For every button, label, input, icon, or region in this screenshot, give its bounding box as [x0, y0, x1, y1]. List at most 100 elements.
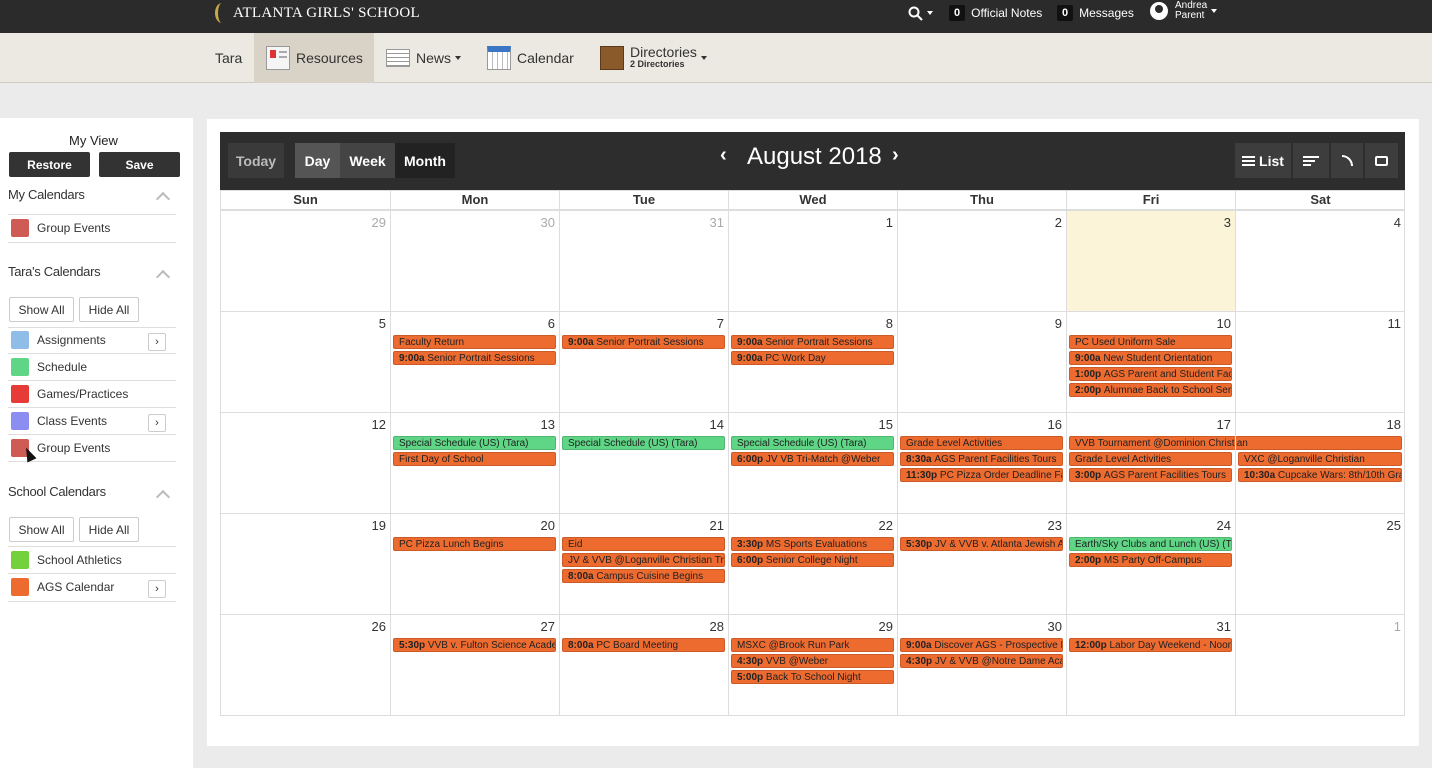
day-cell[interactable]: 31: [1066, 614, 1235, 715]
calendar-event[interactable]: Grade Level Activities: [900, 436, 1063, 450]
day-number[interactable]: 27: [541, 619, 555, 634]
day-cell[interactable]: 4: [1235, 210, 1405, 311]
day-number[interactable]: 1: [886, 215, 893, 230]
calendar-event[interactable]: VXC @Loganville Christian: [1238, 452, 1402, 466]
day-number[interactable]: 19: [372, 518, 386, 533]
nav-calendar[interactable]: Calendar: [487, 33, 574, 83]
day-number[interactable]: 29: [372, 215, 386, 230]
calendar-event[interactable]: 9:00a Senior Portrait Sessions: [731, 335, 894, 349]
calendar-event[interactable]: 8:30a AGS Parent Facilities Tours: [900, 452, 1063, 466]
calendar-event[interactable]: 2:00p Alumnae Back to School Ser: [1069, 383, 1232, 397]
filter-button[interactable]: [1293, 143, 1329, 178]
restore-button[interactable]: Restore: [9, 152, 90, 177]
chevron-right-icon[interactable]: ›: [148, 580, 166, 598]
calendar-event[interactable]: 11:30p PC Pizza Order Deadline Fal: [900, 468, 1063, 482]
day-number[interactable]: 26: [372, 619, 386, 634]
day-number[interactable]: 2: [1055, 215, 1062, 230]
day-cell[interactable]: 14: [559, 412, 728, 513]
calendar-event[interactable]: 4:30p VVB @Weber: [731, 654, 894, 668]
calendar-event[interactable]: PC Used Uniform Sale: [1069, 335, 1232, 349]
calendar-event[interactable]: 10:30a Cupcake Wars: 8th/10th Gra: [1238, 468, 1402, 482]
day-cell[interactable]: 19: [220, 513, 390, 614]
day-cell[interactable]: 9: [897, 311, 1066, 412]
calendar-event[interactable]: Special Schedule (US) (Tara): [393, 436, 556, 450]
day-cell[interactable]: 30: [390, 210, 559, 311]
my-cal-item-group-events[interactable]: Group Events: [11, 218, 110, 238]
next-month-button[interactable]: ›: [892, 144, 899, 167]
nav-home[interactable]: Tara: [215, 33, 242, 83]
day-view-button[interactable]: Day: [295, 143, 340, 178]
nav-news[interactable]: News: [386, 33, 462, 83]
taras-hide-all-button[interactable]: Hide All: [79, 297, 139, 322]
day-number[interactable]: 31: [1217, 619, 1231, 634]
day-number[interactable]: 7: [717, 316, 724, 331]
calendar-event[interactable]: 5:30p VVB v. Fulton Science Acade: [393, 638, 556, 652]
day-cell[interactable]: 7: [559, 311, 728, 412]
calendar-event[interactable]: Special Schedule (US) (Tara): [731, 436, 894, 450]
chevron-right-icon[interactable]: ›: [148, 414, 166, 432]
official-notes-link[interactable]: 0 Official Notes: [949, 0, 1042, 26]
day-number[interactable]: 31: [710, 215, 724, 230]
print-button[interactable]: [1365, 143, 1398, 178]
day-cell[interactable]: 25: [1235, 513, 1405, 614]
school-show-all-button[interactable]: Show All: [9, 517, 74, 542]
calendar-event[interactable]: JV & VVB @Loganville Christian Tri-: [562, 553, 725, 567]
calendar-event[interactable]: Grade Level Activities: [1069, 452, 1232, 466]
day-number[interactable]: 30: [541, 215, 555, 230]
day-cell[interactable]: 28: [559, 614, 728, 715]
day-cell[interactable]: 26: [220, 614, 390, 715]
calendar-event[interactable]: PC Pizza Lunch Begins: [393, 537, 556, 551]
rss-button[interactable]: [1331, 143, 1363, 178]
taras-calendars-heading[interactable]: Tara's Calendars: [8, 264, 101, 279]
calendar-event[interactable]: 1:00p AGS Parent and Student Faci: [1069, 367, 1232, 381]
chevron-right-icon[interactable]: ›: [148, 333, 166, 351]
day-cell[interactable]: 27: [390, 614, 559, 715]
calendar-event[interactable]: 9:00a New Student Orientation: [1069, 351, 1232, 365]
day-cell[interactable]: 31: [559, 210, 728, 311]
day-number[interactable]: 5: [379, 316, 386, 331]
sidebar-item-schedule[interactable]: Schedule: [11, 357, 87, 377]
day-number[interactable]: 4: [1394, 215, 1401, 230]
calendar-event[interactable]: 9:00a Discover AGS - Prospective F: [900, 638, 1063, 652]
day-number[interactable]: 12: [372, 417, 386, 432]
calendar-event[interactable]: Eid: [562, 537, 725, 551]
day-number[interactable]: 11: [1388, 316, 1402, 331]
day-cell[interactable]: 20: [390, 513, 559, 614]
chevron-up-icon[interactable]: [155, 269, 171, 285]
day-number[interactable]: 8: [886, 316, 893, 331]
previous-month-button[interactable]: ‹: [720, 144, 727, 167]
day-number[interactable]: 6: [548, 316, 555, 331]
calendar-event[interactable]: First Day of School: [393, 452, 556, 466]
day-number[interactable]: 29: [879, 619, 893, 634]
calendar-event[interactable]: 3:00p AGS Parent Facilities Tours: [1069, 468, 1232, 482]
day-number[interactable]: 18: [1387, 417, 1401, 432]
calendar-event[interactable]: 4:30p JV & VVB @Notre Dame Aca: [900, 654, 1063, 668]
calendar-event[interactable]: Special Schedule (US) (Tara): [562, 436, 725, 450]
sidebar-item-class-events[interactable]: Class Events: [11, 411, 107, 431]
day-number[interactable]: 9: [1055, 316, 1062, 331]
day-number[interactable]: 28: [710, 619, 724, 634]
day-cell[interactable]: 29: [220, 210, 390, 311]
day-number[interactable]: 24: [1217, 518, 1231, 533]
list-view-button[interactable]: List: [1235, 143, 1291, 178]
day-number[interactable]: 25: [1387, 518, 1401, 533]
sidebar-item-ags-calendar[interactable]: AGS Calendar: [11, 577, 114, 597]
calendar-event[interactable]: 5:30p JV & VVB v. Atlanta Jewish A: [900, 537, 1063, 551]
sidebar-item-school-athletics[interactable]: School Athletics: [11, 550, 122, 570]
calendar-event[interactable]: 5:00p Back To School Night: [731, 670, 894, 684]
calendar-event[interactable]: 9:00a PC Work Day: [731, 351, 894, 365]
day-number[interactable]: 10: [1217, 316, 1231, 331]
day-cell[interactable]: 3: [1066, 210, 1235, 311]
calendar-event[interactable]: MSXC @Brook Run Park: [731, 638, 894, 652]
day-number[interactable]: 17: [1217, 417, 1231, 432]
month-view-button[interactable]: Month: [395, 143, 455, 178]
day-number[interactable]: 21: [710, 518, 724, 533]
day-number[interactable]: 14: [710, 417, 724, 432]
nav-directories[interactable]: Directories 2 Directories: [600, 33, 707, 83]
day-number[interactable]: 13: [541, 417, 555, 432]
day-number[interactable]: 22: [879, 518, 893, 533]
calendar-event[interactable]: 2:00p MS Party Off-Campus: [1069, 553, 1232, 567]
calendar-event[interactable]: 8:00a Campus Cuisine Begins: [562, 569, 725, 583]
today-button[interactable]: Today: [228, 143, 284, 178]
taras-show-all-button[interactable]: Show All: [9, 297, 74, 322]
